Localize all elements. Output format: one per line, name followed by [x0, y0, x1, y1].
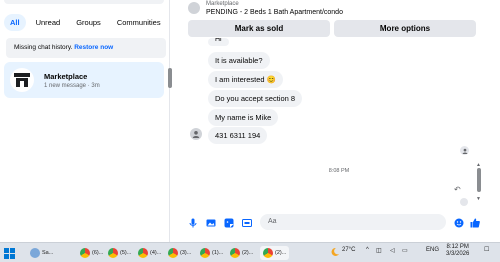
taskbar-label: Sa... [42, 250, 54, 256]
filter-unread[interactable]: Unread [30, 14, 67, 31]
truncated-message: Hi [208, 38, 229, 46]
taskbar-label: (2)... [275, 250, 287, 256]
clock-time: 8:12 PM [446, 244, 469, 250]
smiley-emoji: 😊 [266, 75, 277, 84]
seen-indicator [460, 146, 469, 155]
taskbar-app-chrome[interactable]: (2)... [230, 246, 253, 260]
message-bubble: 431 6311 194 [208, 127, 268, 144]
chrome-icon [230, 248, 240, 258]
windows-icon [4, 247, 15, 259]
taskbar-app-chrome[interactable]: (5)... [108, 246, 131, 260]
conversation-subtitle: 1 new message · 3m [44, 82, 100, 89]
chat-list-scrollbar[interactable] [168, 68, 172, 88]
restore-now-link[interactable]: Restore now [74, 44, 113, 51]
taskbar-app-chrome[interactable]: (1)... [200, 246, 223, 260]
photo-icon[interactable] [206, 218, 216, 228]
filter-communities[interactable]: Communities [111, 14, 167, 31]
header-avatar [188, 2, 200, 14]
taskbar-app-chrome[interactable]: (4)... [138, 246, 161, 260]
chat-scrollbar[interactable] [477, 168, 481, 192]
filter-groups[interactable]: Groups [70, 14, 107, 31]
filter-all[interactable]: All [4, 14, 26, 31]
taskbar-label: (4)... [150, 250, 162, 256]
start-button[interactable] [4, 246, 15, 260]
conversation-marketplace[interactable]: Marketplace 1 new message · 3m [4, 62, 164, 98]
user-icon [462, 148, 467, 154]
taskbar-label: (3)... [180, 250, 192, 256]
taskbar: Sa... (6)... (5)... (4)... (3)... (1)...… [0, 242, 500, 262]
taskbar-app-chrome[interactable]: (6)... [80, 246, 103, 260]
message-bubble: I am interested 😊 [208, 71, 284, 88]
taskbar-app-chrome-active[interactable]: (2)... [260, 246, 290, 260]
search-bar-edge [4, 0, 164, 4]
top-strip [0, 0, 170, 6]
chrome-icon [138, 248, 148, 258]
message-bubble: My name is Mike [208, 109, 279, 126]
emoji-icon[interactable] [454, 218, 464, 228]
taskbar-label: (6)... [92, 250, 104, 256]
truncated-text: Hi [215, 38, 222, 43]
seen-indicator-small [460, 198, 468, 206]
marketplace-avatar [10, 68, 34, 92]
message-text: Do you accept section 8 [215, 94, 296, 103]
reply-icon[interactable]: ↶ [454, 185, 461, 194]
chat-filters: All Unread Groups Communities [4, 14, 167, 31]
listing-title: PENDING - 2 Beds 1 Bath Apartment/condo [206, 9, 343, 16]
taskbar-app-weather[interactable]: Sa... [30, 246, 53, 260]
message-timestamp: 8:08 PM [328, 168, 350, 174]
speaker-icon[interactable]: ◁ [390, 247, 395, 254]
input-language[interactable]: ENG [426, 247, 439, 253]
message-text: It is available? [215, 56, 263, 65]
chevron-up-icon[interactable]: ^ [366, 247, 369, 253]
taskbar-app-chrome[interactable]: (3)... [168, 246, 191, 260]
chrome-icon [200, 248, 210, 258]
message-text: 431 6311 194 [215, 131, 261, 140]
moon-weather-icon[interactable] [330, 247, 340, 257]
chrome-icon [263, 248, 273, 258]
clock-date: 3/3/2026 [446, 251, 470, 257]
taskbar-label: (5)... [120, 250, 132, 256]
chrome-icon [168, 248, 178, 258]
taskbar-label: (2)... [242, 250, 254, 256]
store-icon [14, 73, 30, 87]
message-bubble: It is available? [208, 52, 270, 69]
temperature[interactable]: 27°C [342, 247, 355, 253]
missing-history-notice: Missing chat history. Restore now [6, 38, 166, 58]
chat-list-panel: All Unread Groups Communities Missing ch… [0, 0, 172, 242]
microphone-icon[interactable] [188, 218, 198, 228]
conversation-name: Marketplace [44, 71, 88, 81]
message-composer: Aa [178, 208, 500, 242]
message-thread: Hi It is available? I am interested 😊 Do… [178, 38, 500, 208]
weather-icon [30, 248, 40, 258]
user-icon [192, 131, 200, 138]
clock[interactable]: 8:12 PM 3/3/2026 [446, 244, 469, 258]
mark-as-sold-button[interactable]: Mark as sold [188, 20, 330, 37]
message-text: I am interested [215, 75, 265, 84]
message-bubble: Do you accept section 8 [208, 90, 303, 107]
gif-icon[interactable] [242, 218, 252, 228]
message-input[interactable]: Aa [260, 214, 446, 230]
notification-icon[interactable]: ☐ [484, 246, 489, 253]
taskbar-label: (1)... [212, 250, 224, 256]
scroll-down-icon[interactable]: ▼ [476, 196, 481, 202]
chat-panel: Marketplace PENDING - 2 Beds 1 Bath Apar… [178, 0, 500, 242]
sticker-icon[interactable] [224, 218, 234, 228]
thumbs-up-icon[interactable] [470, 218, 480, 228]
notice-text: Missing chat history. [14, 44, 73, 51]
battery-icon[interactable]: ▭ [402, 247, 408, 254]
network-icon[interactable]: ◫ [376, 247, 382, 254]
chat-header-title: Marketplace [206, 1, 239, 7]
message-text: My name is Mike [215, 113, 272, 122]
chrome-icon [108, 248, 118, 258]
more-options-button[interactable]: More options [334, 20, 476, 37]
chrome-icon [80, 248, 90, 258]
sender-avatar [190, 128, 202, 140]
